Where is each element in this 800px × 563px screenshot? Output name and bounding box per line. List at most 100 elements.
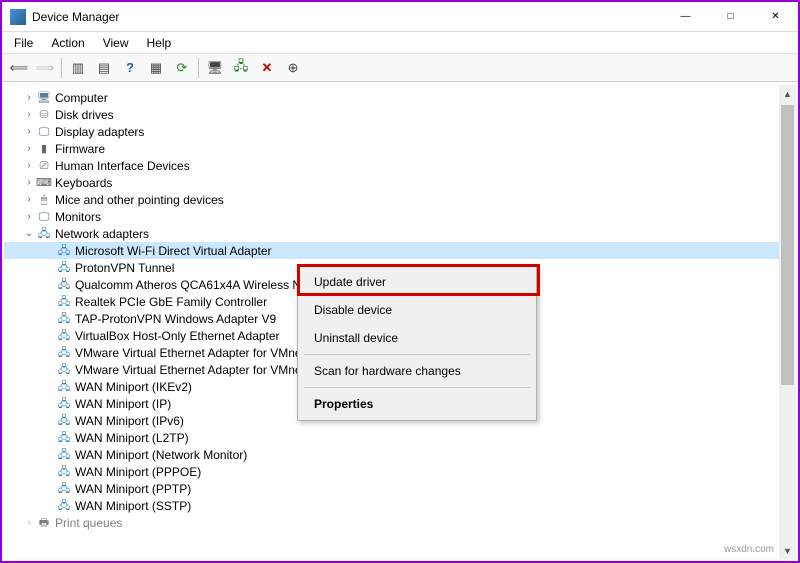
- maximize-button[interactable]: □: [708, 2, 753, 31]
- menu-help[interactable]: Help: [139, 34, 180, 52]
- title-bar: Device Manager — □ ✕: [2, 2, 798, 32]
- expand-icon[interactable]: ›: [22, 124, 36, 140]
- ctx-update-driver[interactable]: Update driver: [300, 268, 534, 296]
- ctx-scan-hardware[interactable]: Scan for hardware changes: [300, 357, 534, 385]
- device-label: WAN Miniport (PPPOE): [75, 464, 205, 480]
- display-icon: 🖵: [36, 125, 52, 139]
- toolbar-separator: [61, 58, 62, 78]
- network-icon: 🖧: [36, 227, 52, 241]
- printer-icon: 🖶: [36, 516, 52, 530]
- category-monitors[interactable]: › 🖵 Monitors: [4, 208, 796, 225]
- device-wan-l2tp[interactable]: 🖧 WAN Miniport (L2TP): [4, 429, 796, 446]
- device-label: WAN Miniport (IPv6): [75, 413, 188, 429]
- expand-icon[interactable]: ›: [22, 175, 36, 191]
- device-wan-pppoe[interactable]: 🖧 WAN Miniport (PPPOE): [4, 463, 796, 480]
- category-keyboards[interactable]: › ⌨ Keyboards: [4, 174, 796, 191]
- close-button[interactable]: ✕: [753, 2, 798, 31]
- device-label: WAN Miniport (IP): [75, 396, 175, 412]
- category-label: Computer: [55, 90, 112, 106]
- network-adapter-icon: 🖧: [56, 482, 72, 496]
- monitor-icon: 🖵: [36, 210, 52, 224]
- expand-icon[interactable]: ›: [22, 141, 36, 157]
- uninstall-device-button[interactable]: ✕: [255, 56, 279, 80]
- device-label: ProtonVPN Tunnel: [75, 260, 178, 276]
- device-label: WAN Miniport (PPTP): [75, 481, 195, 497]
- ctx-disable-device[interactable]: Disable device: [300, 296, 534, 324]
- expand-icon[interactable]: ›: [22, 107, 36, 123]
- network-adapter-icon: 🖧: [56, 329, 72, 343]
- menu-action[interactable]: Action: [43, 34, 92, 52]
- help-button[interactable]: ?: [118, 56, 142, 80]
- device-wan-netmon[interactable]: 🖧 WAN Miniport (Network Monitor): [4, 446, 796, 463]
- category-print-queues[interactable]: › 🖶 Print queues: [4, 514, 796, 531]
- toolbar: ⟸ ⟹ ▥ ▤ ? ▦ ⟳ 🖥 🖧 ✕ ⊕: [2, 54, 798, 82]
- ctx-uninstall-device[interactable]: Uninstall device: [300, 324, 534, 352]
- legacy-hardware-button[interactable]: ⊕: [281, 56, 305, 80]
- action-button[interactable]: ▦: [144, 56, 168, 80]
- device-label: TAP-ProtonVPN Windows Adapter V9: [75, 311, 280, 327]
- category-hid[interactable]: › ⎚ Human Interface Devices: [4, 157, 796, 174]
- category-display-adapters[interactable]: › 🖵 Display adapters: [4, 123, 796, 140]
- category-label: Human Interface Devices: [55, 158, 194, 174]
- category-label: Display adapters: [55, 124, 148, 140]
- category-label: Mice and other pointing devices: [55, 192, 228, 208]
- vertical-scrollbar[interactable]: ▲ ▼: [779, 85, 796, 559]
- firmware-icon: ▮: [36, 142, 52, 156]
- category-computer[interactable]: › 🖥 Computer: [4, 89, 796, 106]
- category-label: Disk drives: [55, 107, 118, 123]
- category-label: Keyboards: [55, 175, 116, 191]
- ctx-separator: [304, 354, 530, 355]
- hid-icon: ⎚: [36, 159, 52, 173]
- category-label: Monitors: [55, 209, 105, 225]
- menu-bar: File Action View Help: [2, 32, 798, 54]
- forward-button[interactable]: ⟹: [33, 56, 57, 80]
- scroll-up-button[interactable]: ▲: [779, 85, 796, 102]
- device-label: WAN Miniport (SSTP): [75, 498, 195, 514]
- ctx-properties[interactable]: Properties: [300, 390, 534, 418]
- category-network-adapters[interactable]: ⌄ 🖧 Network adapters: [4, 225, 796, 242]
- device-wifi-direct-adapter[interactable]: 🖧 Microsoft Wi-Fi Direct Virtual Adapter: [4, 242, 796, 259]
- ctx-separator: [304, 387, 530, 388]
- network-adapter-icon: 🖧: [56, 244, 72, 258]
- device-tree-panel: › 🖥 Computer › ⛁ Disk drives › 🖵 Display…: [4, 85, 796, 559]
- device-label: WAN Miniport (IKEv2): [75, 379, 196, 395]
- expand-icon[interactable]: ›: [22, 90, 36, 106]
- expand-icon[interactable]: ›: [22, 158, 36, 174]
- network-adapter-icon: 🖧: [56, 312, 72, 326]
- show-hide-console-button[interactable]: ▥: [66, 56, 90, 80]
- network-adapter-icon: 🖧: [56, 346, 72, 360]
- device-wan-sstp[interactable]: 🖧 WAN Miniport (SSTP): [4, 497, 796, 514]
- back-button[interactable]: ⟸: [7, 56, 31, 80]
- window-title: Device Manager: [32, 10, 663, 24]
- scroll-thumb[interactable]: [781, 105, 794, 385]
- update-driver-button[interactable]: 🖥: [203, 56, 227, 80]
- scroll-down-button[interactable]: ▼: [779, 542, 796, 559]
- window-controls: — □ ✕: [663, 2, 798, 31]
- network-adapter-icon: 🖧: [56, 380, 72, 394]
- device-label: WAN Miniport (L2TP): [75, 430, 193, 446]
- scan-hardware-button[interactable]: ⟳: [170, 56, 194, 80]
- network-adapter-icon: 🖧: [56, 261, 72, 275]
- mouse-icon: 🖱: [36, 193, 52, 207]
- minimize-button[interactable]: —: [663, 2, 708, 31]
- app-icon: [10, 9, 26, 25]
- disable-device-button[interactable]: 🖧: [229, 56, 253, 80]
- expand-icon[interactable]: ›: [22, 515, 36, 531]
- category-label: Network adapters: [55, 226, 153, 242]
- menu-view[interactable]: View: [95, 34, 137, 52]
- category-disk-drives[interactable]: › ⛁ Disk drives: [4, 106, 796, 123]
- computer-icon: 🖥: [36, 91, 52, 105]
- expand-icon[interactable]: ›: [22, 192, 36, 208]
- properties-button[interactable]: ▤: [92, 56, 116, 80]
- network-adapter-icon: 🖧: [56, 295, 72, 309]
- category-firmware[interactable]: › ▮ Firmware: [4, 140, 796, 157]
- collapse-icon[interactable]: ⌄: [22, 226, 36, 242]
- menu-file[interactable]: File: [6, 34, 41, 52]
- expand-icon[interactable]: ›: [22, 209, 36, 225]
- device-label: VMware Virtual Ethernet Adapter for VMne…: [75, 362, 316, 378]
- watermark: wsxdn.com: [724, 544, 774, 555]
- device-wan-pptp[interactable]: 🖧 WAN Miniport (PPTP): [4, 480, 796, 497]
- device-label: VirtualBox Host-Only Ethernet Adapter: [75, 328, 284, 344]
- category-mice[interactable]: › 🖱 Mice and other pointing devices: [4, 191, 796, 208]
- toolbar-separator: [198, 58, 199, 78]
